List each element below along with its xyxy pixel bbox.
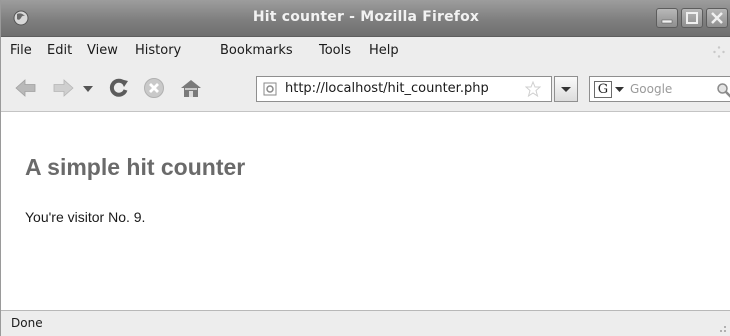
back-arrow-icon[interactable] (14, 77, 38, 99)
url-bar[interactable]: http://localhost/hit_counter.php (256, 76, 552, 102)
close-icon (711, 12, 723, 24)
menu-edit[interactable]: Edit (47, 43, 72, 58)
visitor-count-text: You're visitor No. 9. (25, 209, 146, 225)
window-title: Hit counter - Mozilla Firefox (252, 9, 480, 25)
minimize-icon (661, 19, 673, 24)
engine-dropdown-icon[interactable] (615, 87, 625, 93)
status-bar: Done (1, 310, 730, 336)
throbber-icon (713, 46, 725, 58)
forward-arrow-icon[interactable] (51, 77, 75, 99)
reload-icon[interactable] (107, 77, 131, 99)
home-icon[interactable] (179, 77, 203, 99)
menu-help[interactable]: Help (369, 43, 399, 58)
page-heading: A simple hit counter (25, 154, 246, 180)
url-text[interactable]: http://localhost/hit_counter.php (285, 81, 489, 96)
magnifier-icon[interactable] (716, 82, 730, 98)
star-icon[interactable] (525, 81, 541, 97)
search-bar[interactable]: G Google (589, 76, 730, 102)
title-bar[interactable]: Hit counter - Mozilla Firefox (1, 0, 730, 37)
close-button[interactable] (706, 8, 728, 28)
menu-view[interactable]: View (87, 43, 118, 58)
minimize-button[interactable] (656, 8, 678, 28)
status-text: Done (11, 316, 43, 330)
search-engine-icon[interactable]: G (594, 81, 612, 98)
dropdown-arrow-icon (561, 87, 571, 92)
menu-bar: File Edit View History Bookmarks Tools H… (1, 37, 730, 65)
page-content: A simple hit counter You're visitor No. … (1, 112, 730, 310)
resize-grip-icon[interactable] (715, 321, 727, 333)
menu-file[interactable]: File (10, 43, 32, 58)
search-input[interactable]: Google (630, 82, 672, 96)
maximize-icon (686, 12, 698, 24)
maximize-button[interactable] (681, 8, 703, 28)
dropdown-caret-icon[interactable] (81, 77, 95, 99)
url-history-dropdown[interactable] (554, 76, 578, 102)
menu-bookmarks[interactable]: Bookmarks (220, 43, 293, 58)
menu-tools[interactable]: Tools (319, 43, 351, 58)
navigation-toolbar: http://localhost/hit_counter.php G Googl… (1, 65, 730, 112)
browser-window: Hit counter - Mozilla Firefox File Edit … (0, 0, 730, 336)
page-favicon (263, 82, 277, 96)
menu-history[interactable]: History (135, 43, 181, 58)
stop-icon[interactable] (142, 77, 166, 99)
